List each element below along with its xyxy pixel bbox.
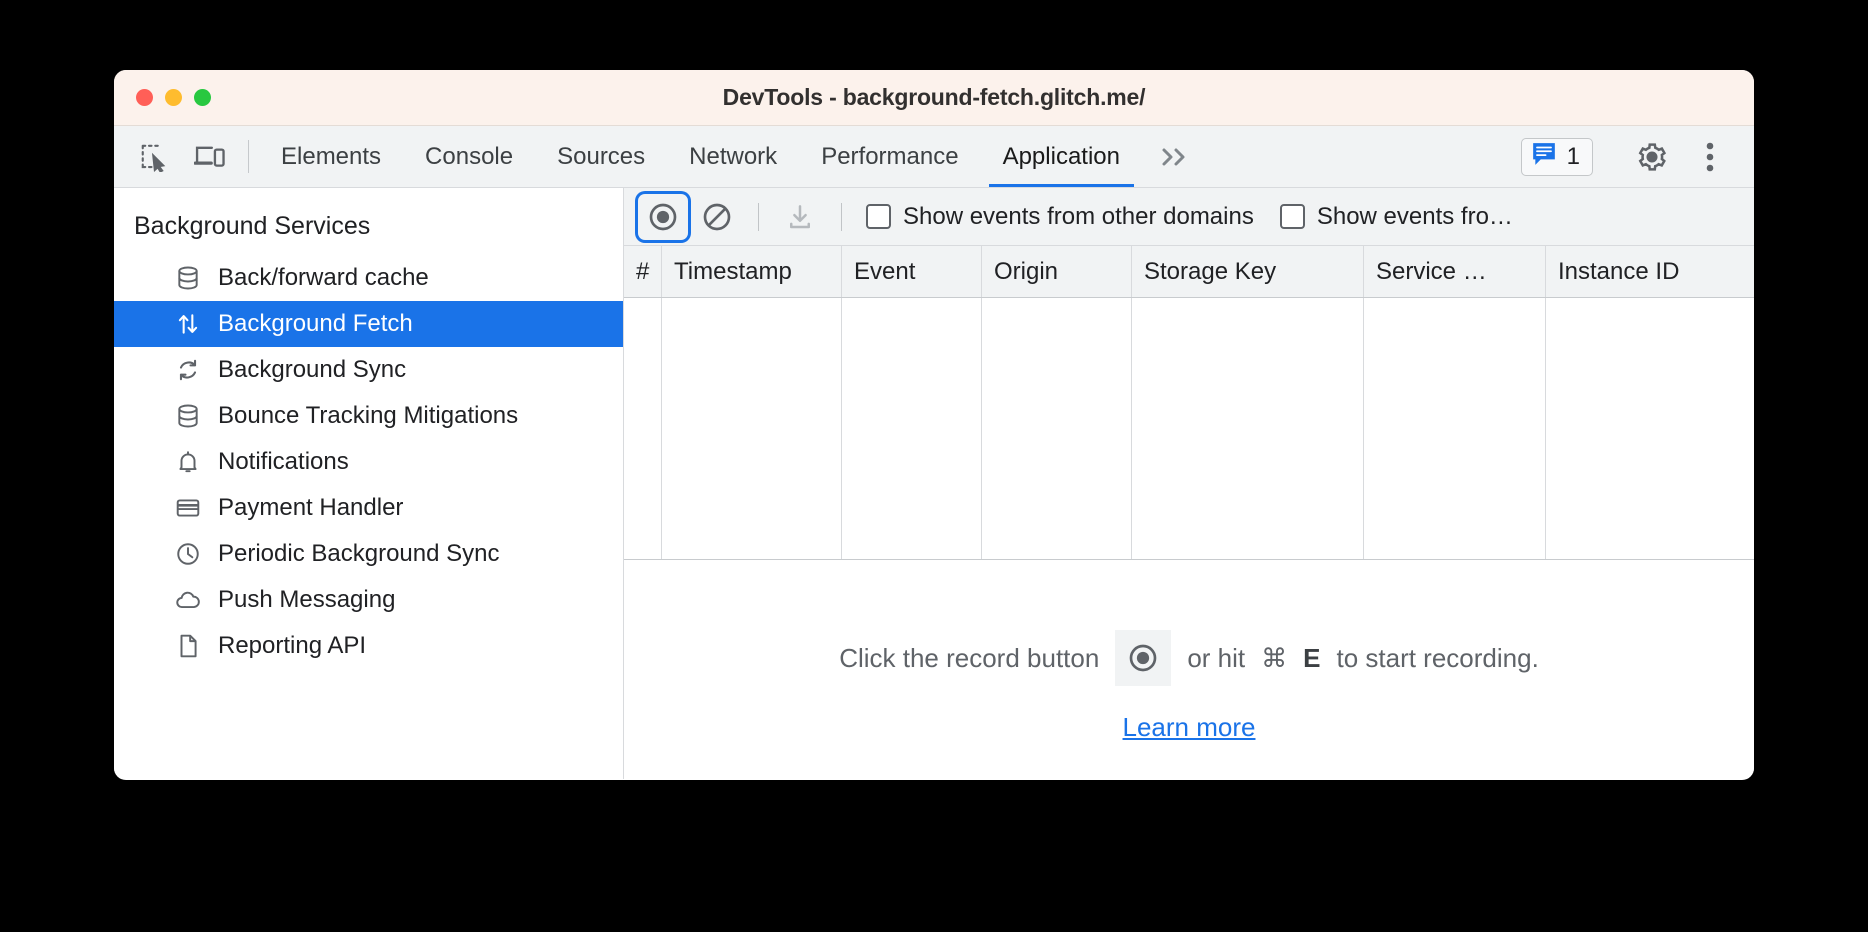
devtools-tabbar: Elements Console Sources Network Perform… [114, 126, 1754, 188]
device-toolbar-button[interactable] [182, 126, 238, 187]
column-header-storage-key[interactable]: Storage Key [1132, 246, 1364, 297]
devtools-body: Background Services Back/forward cache B… [114, 188, 1754, 779]
database-icon [174, 402, 202, 430]
checkbox-box[interactable] [866, 204, 891, 229]
more-options-button[interactable] [1684, 134, 1736, 180]
tab-label: Elements [281, 142, 382, 170]
grid-column-timestamp [662, 298, 842, 559]
window-title: DevTools - background-fetch.glitch.me/ [722, 84, 1146, 110]
checkbox-box[interactable] [1279, 204, 1305, 229]
console-messages-badge[interactable]: 1 [1520, 137, 1593, 176]
screenshot-stage: DevTools - background-fetch.glitch.me/ E… [0, 0, 1868, 932]
settings-button[interactable] [1626, 134, 1678, 180]
tab-console[interactable]: Console [403, 126, 535, 187]
tab-sources[interactable]: Sources [535, 126, 667, 187]
column-header-timestamp[interactable]: Timestamp [662, 246, 842, 297]
sidebar-item-label: Notifications [218, 448, 349, 475]
tab-application[interactable]: Application [981, 126, 1142, 187]
tab-label: Performance [821, 142, 959, 170]
devtools-window: DevTools - background-fetch.glitch.me/ E… [114, 70, 1754, 780]
grid-column-storage-key [1132, 298, 1364, 559]
clear-button[interactable] [692, 194, 742, 240]
tab-elements[interactable]: Elements [259, 126, 403, 187]
sidebar-item-push-messaging[interactable]: Push Messaging [114, 577, 623, 623]
checkbox-label: Show events fro… [1316, 202, 1513, 230]
sidebar-item-background-fetch[interactable]: Background Fetch [114, 301, 623, 347]
toolbar-divider-2 [841, 202, 842, 231]
empty-state-middle: or hit [1187, 642, 1246, 673]
checkbox-label: Show events from other domains [903, 202, 1254, 230]
grid-column-service-worker [1364, 298, 1546, 559]
shortcut-key: E [1303, 642, 1321, 673]
tab-network[interactable]: Network [667, 126, 799, 187]
sidebar-item-label: Back/forward cache [218, 264, 429, 291]
background-fetch-panel: Show events from other domains Show even… [624, 188, 1754, 779]
column-header-index[interactable]: # [624, 246, 662, 297]
sidebar-item-payment-handler[interactable]: Payment Handler [114, 485, 623, 531]
sidebar-item-label: Bounce Tracking Mitigations [218, 402, 519, 429]
application-sidebar: Background Services Back/forward cache B… [114, 188, 624, 779]
bell-icon [174, 448, 202, 476]
empty-state-line: Click the record button or hit ⌘ E to st… [839, 630, 1539, 686]
window-titlebar: DevTools - background-fetch.glitch.me/ [114, 70, 1754, 126]
grid-column-origin [982, 298, 1132, 559]
sidebar-item-label: Periodic Background Sync [218, 540, 500, 567]
sidebar-section-title: Background Services [134, 212, 371, 240]
message-count: 1 [1566, 142, 1580, 170]
column-header-instance-id[interactable]: Instance ID [1546, 246, 1754, 297]
column-header-event[interactable]: Event [842, 246, 982, 297]
grid-column-instance-id [1546, 298, 1754, 559]
show-events-from-checkbox[interactable]: Show events fro… [1279, 202, 1513, 231]
more-tabs-button[interactable] [1142, 126, 1208, 187]
datagrid-empty-body [624, 298, 1754, 560]
column-header-origin[interactable]: Origin [982, 246, 1132, 297]
sidebar-item-label: Payment Handler [218, 494, 404, 521]
sidebar-item-background-sync[interactable]: Background Sync [114, 347, 623, 393]
sidebar-item-label: Background Fetch [218, 310, 413, 337]
save-events-button[interactable] [775, 194, 825, 240]
sidebar-item-reporting-api[interactable]: Reporting API [114, 623, 623, 669]
tab-performance[interactable]: Performance [799, 126, 980, 187]
command-key-glyph: ⌘ [1261, 642, 1288, 673]
show-other-domains-checkbox[interactable]: Show events from other domains [866, 203, 1254, 231]
clock-icon [174, 540, 202, 568]
record-button[interactable] [638, 193, 688, 240]
empty-state-prefix: Click the record button [839, 642, 1100, 673]
tab-label: Console [425, 142, 514, 170]
sidebar-item-periodic-background-sync[interactable]: Periodic Background Sync [114, 531, 623, 577]
empty-state-suffix: to start recording. [1336, 642, 1539, 673]
toolbar-divider [248, 140, 249, 173]
record-icon [1115, 630, 1172, 686]
learn-more-link[interactable]: Learn more [1123, 712, 1256, 743]
sidebar-item-label: Background Sync [218, 356, 407, 383]
sync-icon [174, 356, 202, 384]
document-icon [174, 632, 202, 660]
up-down-arrows-icon [174, 310, 202, 338]
panel-toolbar: Show events from other domains Show even… [624, 188, 1754, 246]
sidebar-item-back-forward-cache[interactable]: Back/forward cache [114, 255, 623, 301]
tab-label: Network [689, 142, 778, 170]
tab-label: Sources [557, 142, 646, 170]
sidebar-item-label: Reporting API [218, 632, 367, 659]
sidebar-item-notifications[interactable]: Notifications [114, 439, 623, 485]
tabbar-right-group: 1 [1520, 126, 1754, 187]
datagrid-header-row: # Timestamp Event Origin Storage Key Ser… [624, 246, 1754, 298]
empty-state-message: Click the record button or hit ⌘ E to st… [624, 560, 1754, 779]
database-icon [174, 264, 202, 292]
sidebar-item-bounce-tracking-mitigations[interactable]: Bounce Tracking Mitigations [114, 393, 623, 439]
message-icon [1531, 142, 1557, 171]
grid-column-event [842, 298, 982, 559]
credit-card-icon [174, 494, 202, 522]
toolbar-divider [758, 202, 759, 231]
tab-label: Application [1002, 142, 1120, 170]
inspect-element-button[interactable] [126, 126, 182, 187]
sidebar-item-label: Push Messaging [218, 586, 396, 613]
column-header-service-worker[interactable]: Service … [1364, 246, 1546, 297]
grid-column-index [624, 298, 662, 559]
cloud-icon [174, 586, 202, 614]
events-datagrid: # Timestamp Event Origin Storage Key Ser… [624, 246, 1754, 779]
